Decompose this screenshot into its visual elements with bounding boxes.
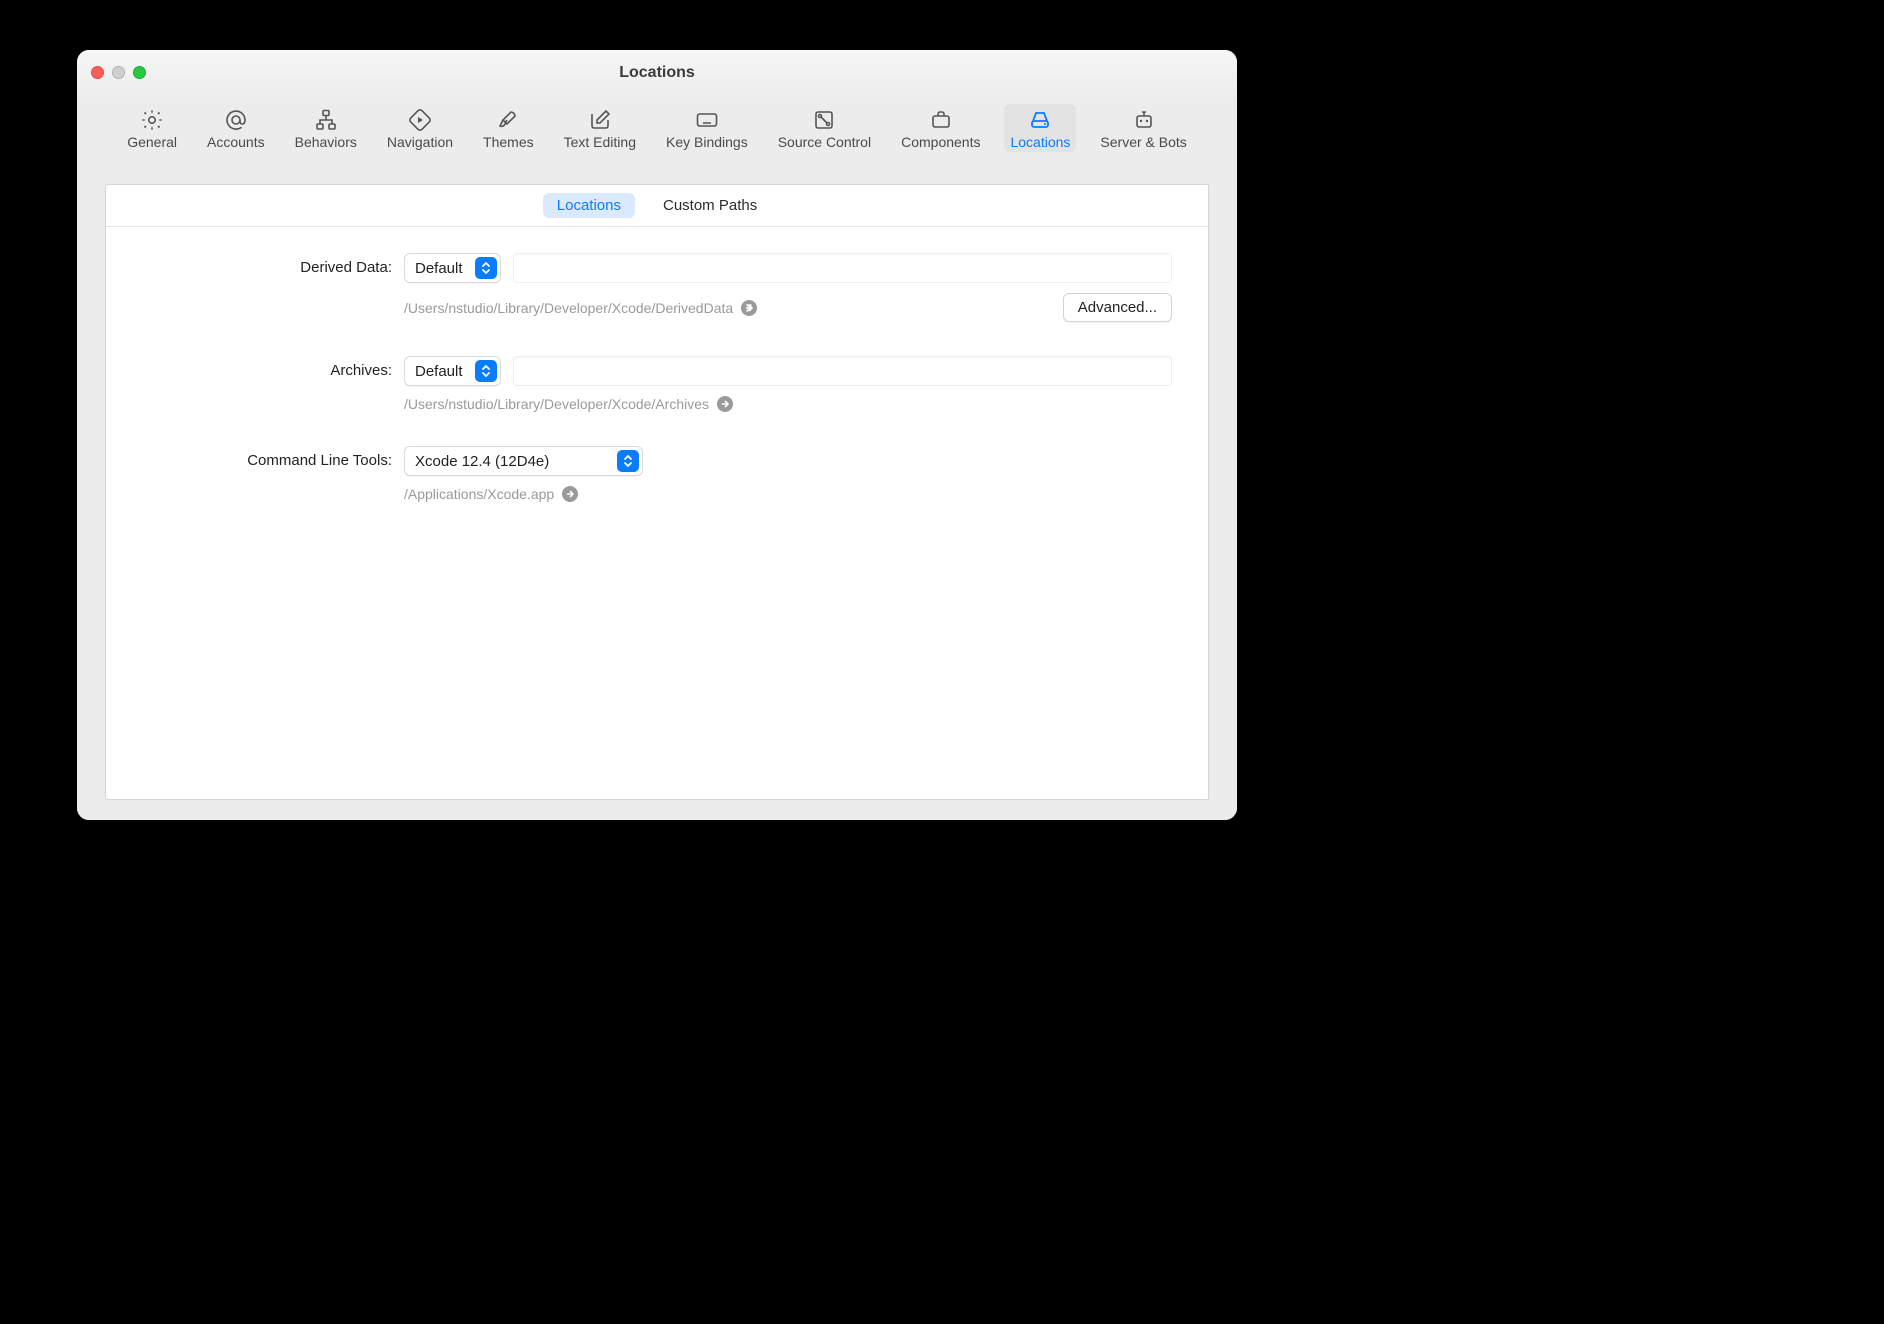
row-derived-data: Derived Data: Default bbox=[142, 253, 1172, 322]
toolbar-tab-components[interactable]: Components bbox=[895, 104, 986, 152]
gear-icon bbox=[138, 108, 166, 132]
clt-label: Command Line Tools: bbox=[142, 446, 392, 469]
minimize-window-button[interactable] bbox=[112, 66, 125, 79]
toolbar-label: Text Editing bbox=[564, 134, 636, 150]
chevrons-up-down-icon bbox=[475, 360, 497, 382]
content-area: Locations Custom Paths Derived Data: Def… bbox=[77, 160, 1237, 820]
row-command-line-tools: Command Line Tools: Xcode 12.4 (12D4e) bbox=[142, 446, 1172, 502]
titlebar: Locations bbox=[77, 50, 1237, 102]
reveal-in-finder-button[interactable] bbox=[741, 300, 757, 316]
locations-form: Derived Data: Default bbox=[106, 227, 1208, 528]
archives-path-display: /Users/nstudio/Library/Developer/Xcode/A… bbox=[404, 396, 1172, 412]
toolbar-label: Navigation bbox=[387, 134, 453, 150]
derived-data-path-display: /Users/nstudio/Library/Developer/Xcode/D… bbox=[404, 300, 757, 316]
edit-square-icon bbox=[586, 108, 614, 132]
reveal-in-finder-button[interactable] bbox=[717, 396, 733, 412]
toolbar-label: Server & Bots bbox=[1100, 134, 1186, 150]
advanced-button[interactable]: Advanced... bbox=[1063, 293, 1172, 322]
path-text: /Users/nstudio/Library/Developer/Xcode/D… bbox=[404, 300, 733, 316]
preferences-window: Locations General Accounts Behaviors N bbox=[77, 50, 1237, 820]
toolbar-label: General bbox=[127, 134, 177, 150]
select-value: Default bbox=[405, 260, 473, 277]
row-archives: Archives: Default /Use bbox=[142, 356, 1172, 412]
drive-icon bbox=[1026, 108, 1054, 132]
toolbar-label: Source Control bbox=[778, 134, 871, 150]
toolbar-label: Locations bbox=[1010, 134, 1070, 150]
segmented-tabs: Locations Custom Paths bbox=[106, 185, 1208, 227]
derived-data-select[interactable]: Default bbox=[404, 253, 501, 283]
archives-path-field[interactable] bbox=[513, 356, 1172, 386]
paintbrush-icon bbox=[494, 108, 522, 132]
toolbar-label: Key Bindings bbox=[666, 134, 748, 150]
keyboard-icon bbox=[693, 108, 721, 132]
toolbar-label: Components bbox=[901, 134, 980, 150]
navigation-sign-icon bbox=[406, 108, 434, 132]
locations-panel: Locations Custom Paths Derived Data: Def… bbox=[105, 184, 1209, 800]
toolbar-label: Behaviors bbox=[295, 134, 357, 150]
preferences-toolbar: General Accounts Behaviors Navigation Th bbox=[77, 102, 1237, 160]
reveal-in-finder-button[interactable] bbox=[562, 486, 578, 502]
chevrons-up-down-icon bbox=[617, 450, 639, 472]
chevrons-up-down-icon bbox=[475, 257, 497, 279]
toolbox-icon bbox=[927, 108, 955, 132]
zoom-window-button[interactable] bbox=[133, 66, 146, 79]
archives-label: Archives: bbox=[142, 356, 392, 379]
clt-select[interactable]: Xcode 12.4 (12D4e) bbox=[404, 446, 643, 476]
window-title: Locations bbox=[77, 50, 1237, 82]
toolbar-tab-locations[interactable]: Locations bbox=[1004, 104, 1076, 152]
source-control-icon bbox=[810, 108, 838, 132]
subtab-locations[interactable]: Locations bbox=[543, 193, 635, 218]
clt-path-display: /Applications/Xcode.app bbox=[404, 486, 1172, 502]
toolbar-tab-behaviors[interactable]: Behaviors bbox=[289, 104, 363, 152]
toolbar-tab-themes[interactable]: Themes bbox=[477, 104, 540, 152]
archives-select[interactable]: Default bbox=[404, 356, 501, 386]
close-window-button[interactable] bbox=[91, 66, 104, 79]
select-value: Default bbox=[405, 363, 473, 380]
toolbar-tab-source-control[interactable]: Source Control bbox=[772, 104, 877, 152]
subtab-custom-paths[interactable]: Custom Paths bbox=[649, 193, 771, 218]
toolbar-tab-general[interactable]: General bbox=[121, 104, 183, 152]
select-value: Xcode 12.4 (12D4e) bbox=[405, 453, 615, 470]
toolbar-label: Accounts bbox=[207, 134, 265, 150]
robot-icon bbox=[1130, 108, 1158, 132]
hierarchy-icon bbox=[312, 108, 340, 132]
path-text: /Users/nstudio/Library/Developer/Xcode/A… bbox=[404, 396, 709, 412]
toolbar-label: Themes bbox=[483, 134, 534, 150]
derived-data-label: Derived Data: bbox=[142, 253, 392, 276]
at-sign-icon bbox=[222, 108, 250, 132]
toolbar-tab-server-bots[interactable]: Server & Bots bbox=[1094, 104, 1192, 152]
toolbar-tab-accounts[interactable]: Accounts bbox=[201, 104, 271, 152]
derived-data-path-field[interactable] bbox=[513, 253, 1172, 283]
toolbar-tab-key-bindings[interactable]: Key Bindings bbox=[660, 104, 754, 152]
toolbar-tab-navigation[interactable]: Navigation bbox=[381, 104, 459, 152]
toolbar-tab-text-editing[interactable]: Text Editing bbox=[558, 104, 642, 152]
path-text: /Applications/Xcode.app bbox=[404, 486, 554, 502]
window-controls bbox=[91, 66, 146, 79]
